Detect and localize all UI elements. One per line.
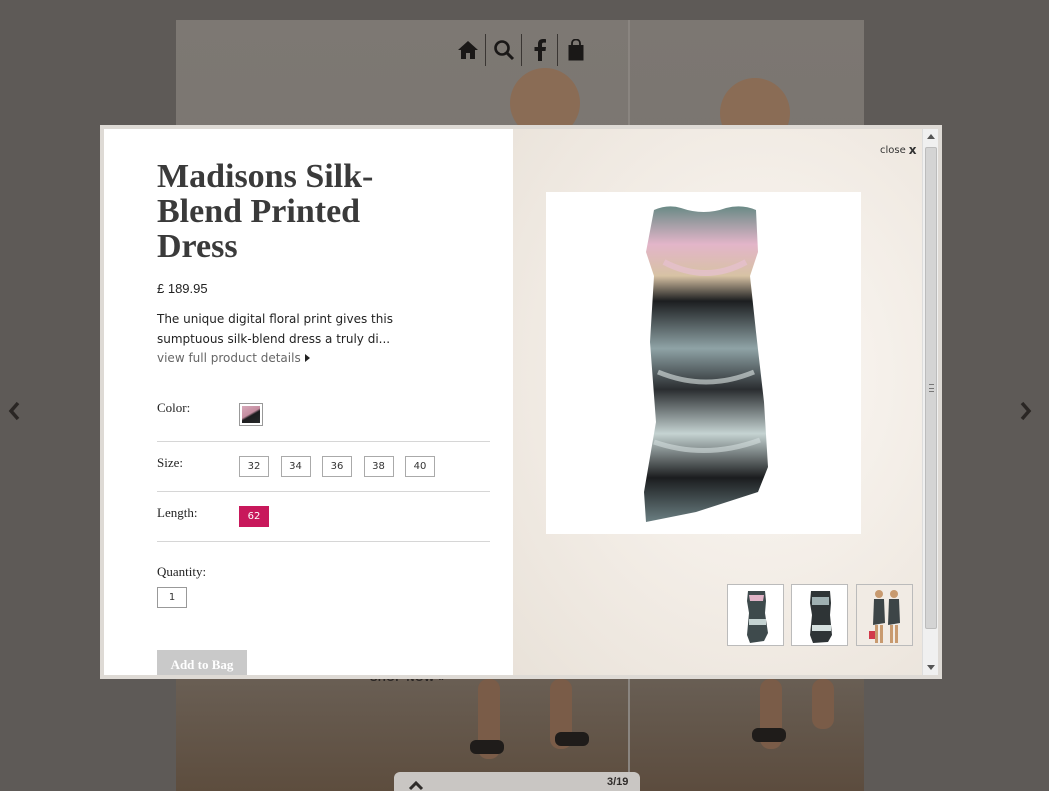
view-full-details-link[interactable]: view full product details <box>157 351 310 365</box>
close-icon: x <box>908 143 917 157</box>
length-option-selected[interactable]: 62 <box>239 506 269 527</box>
caret-right-icon <box>304 354 310 362</box>
close-label: close <box>880 144 906 156</box>
background-shoe <box>470 740 504 754</box>
add-to-bag-button[interactable]: Add to Bag <box>157 650 247 675</box>
search-icon[interactable] <box>486 34 522 66</box>
size-option-34[interactable]: 34 <box>280 456 311 477</box>
background-leg <box>812 679 834 729</box>
divider <box>157 491 490 492</box>
scroll-down-arrow-icon[interactable] <box>927 665 935 670</box>
background-shoe <box>555 732 589 746</box>
color-swatch-image <box>242 406 260 423</box>
scroll-up-arrow-icon[interactable] <box>927 134 935 139</box>
facebook-icon[interactable] <box>522 34 558 66</box>
pager-bar: 3/19 <box>394 772 640 791</box>
divider <box>157 441 490 442</box>
close-button[interactable]: close x <box>880 143 917 157</box>
home-icon[interactable] <box>450 34 486 66</box>
shopping-bag-icon[interactable] <box>558 34 594 66</box>
quantity-label: Quantity: <box>157 564 207 579</box>
size-option-40[interactable]: 40 <box>405 456 435 477</box>
product-details-pane: Madisons Silk-Blend Printed Dress £ 189.… <box>104 129 513 675</box>
next-arrow-icon[interactable] <box>1016 396 1036 426</box>
thumbnail-3[interactable] <box>856 584 913 646</box>
size-option-36[interactable]: 36 <box>322 456 352 477</box>
top-nav-icons <box>450 34 594 66</box>
view-details-label: view full product details <box>157 351 301 365</box>
scrollbar-thumb[interactable] <box>925 147 937 629</box>
modal-scrollbar[interactable] <box>922 129 938 675</box>
size-label: Size: <box>157 455 183 470</box>
product-quickview-modal: Madisons Silk-Blend Printed Dress £ 189.… <box>100 125 942 679</box>
color-label: Color: <box>157 400 191 415</box>
color-swatch[interactable] <box>239 403 263 426</box>
previous-arrow-icon[interactable] <box>4 396 24 426</box>
divider <box>157 541 490 542</box>
size-options: 32 34 36 38 40 <box>239 456 447 477</box>
quantity-input[interactable]: 1 <box>157 587 187 608</box>
length-label: Length: <box>157 505 198 520</box>
chevron-up-icon[interactable] <box>408 776 424 791</box>
main-product-image[interactable] <box>546 192 861 534</box>
pager-count: 3/19 <box>607 776 629 788</box>
product-description: The unique digital floral print gives th… <box>157 312 393 346</box>
size-option-38[interactable]: 38 <box>363 456 394 477</box>
product-price: £ 189.95 <box>157 281 208 296</box>
thumbnail-1[interactable] <box>727 584 784 646</box>
product-title: Madisons Silk-Blend Printed Dress <box>157 158 374 265</box>
modal-content: Madisons Silk-Blend Printed Dress £ 189.… <box>104 129 922 675</box>
thumbnail-2[interactable] <box>791 584 848 646</box>
size-option-32[interactable]: 32 <box>239 456 269 477</box>
background-shoe <box>752 728 786 742</box>
scrollbar-grip-icon <box>929 384 934 392</box>
